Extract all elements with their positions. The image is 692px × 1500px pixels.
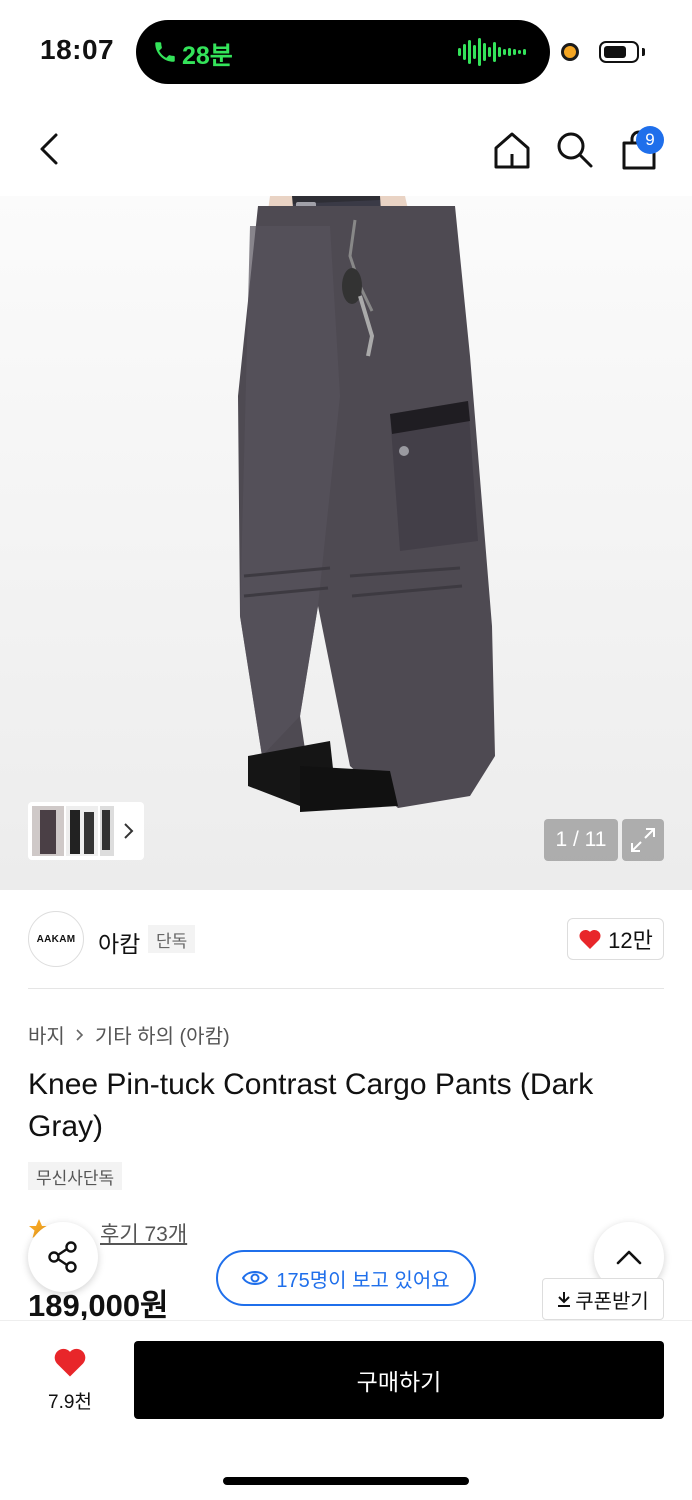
audio-waveform-icon (458, 38, 526, 66)
home-icon (494, 132, 530, 169)
heart-icon (54, 1348, 86, 1377)
search-button[interactable] (550, 125, 600, 175)
back-button[interactable] (24, 124, 74, 174)
status-bar: 18:07 28분 (0, 0, 692, 100)
live-viewers-text: 175명이 보고 있어요 (276, 1269, 450, 1292)
review-link[interactable]: 후기 73개 (100, 1218, 187, 1248)
coupon-download-button[interactable]: 쿠폰받기 (542, 1278, 664, 1320)
heart-icon (579, 929, 601, 949)
image-counter: 1 / 11 (544, 819, 618, 861)
thumbnail-strip[interactable] (28, 802, 144, 860)
expand-image-button[interactable] (622, 819, 664, 861)
chevron-right-icon (76, 1028, 83, 1041)
share-icon (48, 1241, 77, 1273)
buy-button[interactable]: 구매하기 (134, 1341, 664, 1419)
search-icon (557, 132, 593, 168)
thumbnail-image-3[interactable] (100, 806, 114, 856)
home-indicator[interactable] (223, 1477, 469, 1485)
product-title: Knee Pin-tuck Contrast Cargo Pants (Dark… (28, 1068, 594, 1143)
thumbnail-image-1[interactable] (32, 806, 64, 856)
eye-icon (242, 1271, 269, 1285)
exclusive-badge: 무신사단독 (28, 1162, 123, 1190)
share-button[interactable] (28, 1222, 98, 1292)
brand-logo-text: AAKAM (36, 933, 76, 945)
breadcrumb: 바지 기타 하의 (아캄) (28, 1020, 230, 1049)
live-viewers-pill[interactable]: 175명이 보고 있어요 (216, 1250, 476, 1306)
download-icon (558, 1292, 571, 1307)
phone-icon (155, 42, 175, 62)
chevron-right-icon[interactable] (120, 821, 138, 841)
battery-icon (599, 41, 639, 63)
coupon-label: 쿠폰받기 (575, 1290, 649, 1313)
back-arrow-icon (40, 133, 58, 165)
wishlist-count: 7.9천 (48, 1392, 92, 1413)
top-navigation (0, 100, 692, 196)
chevron-up-icon (616, 1250, 642, 1265)
battery-tip (642, 48, 645, 56)
brand-exclusive-tag: 단독 (148, 925, 196, 953)
breadcrumb-item-subcategory[interactable]: 기타 하의 (아캄) (95, 1020, 230, 1049)
recording-indicator-icon (561, 43, 579, 61)
thumbnail-image-2[interactable] (66, 806, 98, 856)
divider (28, 988, 664, 989)
brand-like-count: 12만 (608, 928, 653, 953)
brand-logo[interactable]: AAKAM (28, 911, 84, 967)
call-duration: 28분 (182, 42, 233, 70)
status-time: 18:07 (40, 34, 115, 65)
home-button[interactable] (487, 125, 537, 175)
product-image-gallery[interactable] (0, 196, 692, 890)
brand-like-button[interactable]: 12만 (567, 918, 664, 960)
dynamic-island-call[interactable]: 28분 (136, 20, 550, 84)
cart-count-badge: 9 (636, 126, 664, 154)
product-photo-cargo-pants (238, 196, 495, 812)
expand-icon (631, 828, 655, 852)
wishlist-button[interactable]: 7.9천 (40, 1346, 100, 1416)
brand-name[interactable]: 아캄 (98, 925, 140, 959)
breadcrumb-item-category[interactable]: 바지 (28, 1020, 65, 1049)
